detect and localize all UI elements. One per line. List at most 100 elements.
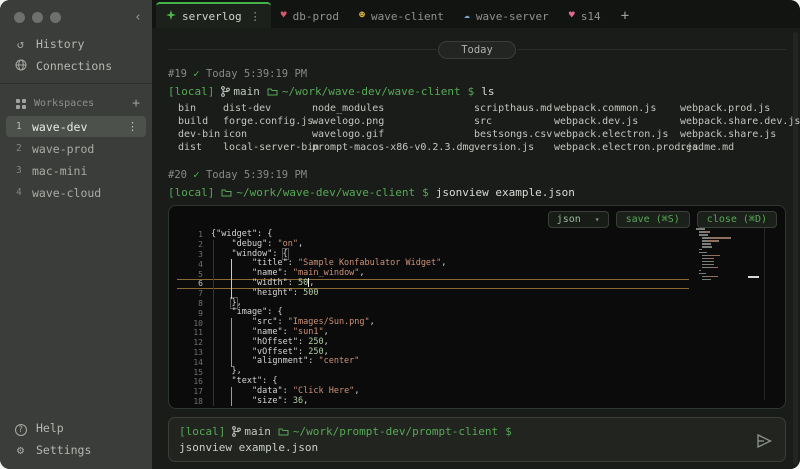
- minimap-line: [696, 240, 756, 242]
- minimap-line: [696, 261, 756, 263]
- workspaces-label: Workspaces: [34, 98, 94, 109]
- editor-scrollbar[interactable]: [764, 214, 765, 400]
- tab-label: wave-server: [476, 10, 549, 23]
- indent-guide: [231, 387, 232, 407]
- sidebar-collapse-icon[interactable]: ‹: [134, 12, 142, 23]
- file-name: dist-dev: [223, 102, 312, 115]
- workspaces-list: 1wave-dev ⋮ 2wave-prod3mac-mini4wave-cloud: [0, 115, 152, 204]
- minimap-line: [696, 264, 756, 266]
- line-number: 13: [177, 348, 203, 357]
- folder-icon: [267, 87, 278, 96]
- window-zoom-button[interactable]: [50, 12, 61, 23]
- line-number: 2: [177, 240, 203, 249]
- date-divider: Today: [168, 41, 786, 58]
- settings-gear-icon: ⚙: [14, 443, 27, 457]
- folder-icon: [278, 427, 289, 436]
- cwd-path: ~/work/wave-dev/wave-client: [221, 186, 415, 199]
- content-scrollbar[interactable]: [793, 32, 798, 465]
- cwd-path: ~/work/wave-dev/wave-client: [267, 85, 461, 98]
- tab-bar: serverlog⋮♥db-prod☻wave-client☁wave-serv…: [152, 0, 800, 28]
- workspaces-grid-icon: [16, 99, 26, 109]
- add-tab-button[interactable]: +: [611, 8, 639, 28]
- minimap-line: [696, 270, 756, 272]
- tab-serverlog[interactable]: serverlog⋮: [156, 2, 271, 28]
- ls-output-row: dev-biniconwavelogo.gifbestsongs.csvwebp…: [178, 128, 786, 141]
- editor-minimap[interactable]: [696, 228, 756, 282]
- tab-s14[interactable]: ♥ s14: [559, 4, 611, 28]
- add-workspace-button[interactable]: +: [132, 96, 140, 111]
- help-label: Help: [36, 421, 64, 435]
- heart-icon: ♥: [281, 11, 287, 21]
- minimap-line: [696, 273, 756, 275]
- window-minimize-button[interactable]: [32, 12, 43, 23]
- file-name: prompt-macos-x86-v0.2.3.dmg: [312, 141, 474, 154]
- file-name: dev-bin: [178, 128, 223, 141]
- line-number: 12: [177, 338, 203, 347]
- globe-icon: [14, 59, 27, 74]
- minimap-line: [696, 246, 756, 248]
- save-button[interactable]: save (⌘S): [616, 211, 690, 228]
- file-name: bin: [178, 102, 223, 115]
- sidebar-item-workspace-mac-mini[interactable]: 3mac-mini: [6, 160, 146, 181]
- file-name: webpack.share.dev.js: [680, 115, 800, 128]
- tabs-container: serverlog⋮♥db-prod☻wave-client☁wave-serv…: [156, 2, 611, 28]
- line-number: 17: [177, 387, 203, 396]
- line-number: 7: [177, 289, 203, 298]
- line-number: 4: [177, 260, 203, 269]
- sidebar-item-workspace-wave-prod[interactable]: 2wave-prod: [6, 138, 146, 159]
- tab-wave-server[interactable]: ☁wave-server: [454, 4, 559, 28]
- workspace-number: 4: [16, 187, 32, 198]
- command-20-prompt: [local] ~/work/wave-dev/wave-client $ js…: [168, 185, 786, 200]
- sidebar-item-help[interactable]: ? Help: [0, 417, 152, 439]
- minimap-line: [696, 255, 756, 257]
- tab-db-prod[interactable]: ♥db-prod: [271, 4, 349, 28]
- line-number: 3: [177, 250, 203, 259]
- tab-menu-icon[interactable]: ⋮: [250, 10, 261, 23]
- close-button[interactable]: close (⌘D): [697, 211, 777, 228]
- minimap-line: [696, 252, 756, 254]
- file-name: forge.config.js: [223, 115, 312, 128]
- sidebar-item-settings[interactable]: ⚙ Settings: [0, 439, 152, 461]
- sidebar-item-history[interactable]: ↺ History: [0, 33, 152, 55]
- file-name: webpack.electron.js: [554, 128, 680, 141]
- workspaces-header: Workspaces +: [0, 90, 152, 115]
- minimap-line: [696, 276, 756, 278]
- overview-cursor-marker: [748, 276, 759, 278]
- minimap-line: [696, 267, 756, 269]
- heart-icon: ♥: [569, 11, 575, 21]
- tab-wave-client[interactable]: ☻wave-client: [349, 4, 454, 28]
- line-number: 15: [177, 368, 203, 377]
- sidebar-item-workspace-wave-cloud[interactable]: 4wave-cloud: [6, 182, 146, 203]
- line-number: 8: [177, 299, 203, 308]
- file-name: webpack.prod.js: [680, 102, 786, 115]
- file-name: dist: [178, 141, 223, 154]
- minimap-line: [696, 279, 756, 281]
- git-branch: main: [232, 425, 271, 438]
- send-icon[interactable]: [755, 432, 773, 454]
- mode-select[interactable]: json ▾: [548, 211, 609, 228]
- today-pill[interactable]: Today: [438, 41, 516, 59]
- file-name: scripthaus.md: [474, 102, 554, 115]
- window-close-button[interactable]: [14, 12, 25, 23]
- minimap-line: [696, 258, 756, 260]
- success-check-icon: ✓: [193, 169, 199, 181]
- cwd-path: ~/work/prompt-dev/prompt-client: [278, 425, 498, 438]
- file-name: bestsongs.csv: [474, 128, 554, 141]
- minimap-line: [696, 234, 756, 236]
- sidebar-item-connections[interactable]: Connections: [0, 55, 152, 77]
- file-name: icon: [223, 128, 312, 141]
- file-name: webpack.common.js: [554, 102, 680, 115]
- line-number: 16: [177, 377, 203, 386]
- sidebar-divider: [0, 83, 152, 84]
- window-controls: ‹: [0, 0, 152, 33]
- workspace-number: 1: [16, 121, 32, 132]
- tab-label: s14: [581, 10, 601, 23]
- command-input-text[interactable]: jsonview example.json: [179, 441, 745, 454]
- workspace-name: wave-dev: [32, 120, 87, 134]
- command-input-box[interactable]: [local] main ~/work/prompt-dev/prompt-cl…: [168, 417, 786, 462]
- sidebar-item-workspace-wave-dev[interactable]: 1wave-dev ⋮: [6, 116, 146, 137]
- workspace-menu-icon[interactable]: ⋮: [127, 120, 138, 133]
- minimap-line: [696, 249, 756, 251]
- code-editor[interactable]: 1{"widget": {2 "debug": "on",3 "window":…: [177, 230, 689, 406]
- workspace-name: mac-mini: [32, 164, 87, 178]
